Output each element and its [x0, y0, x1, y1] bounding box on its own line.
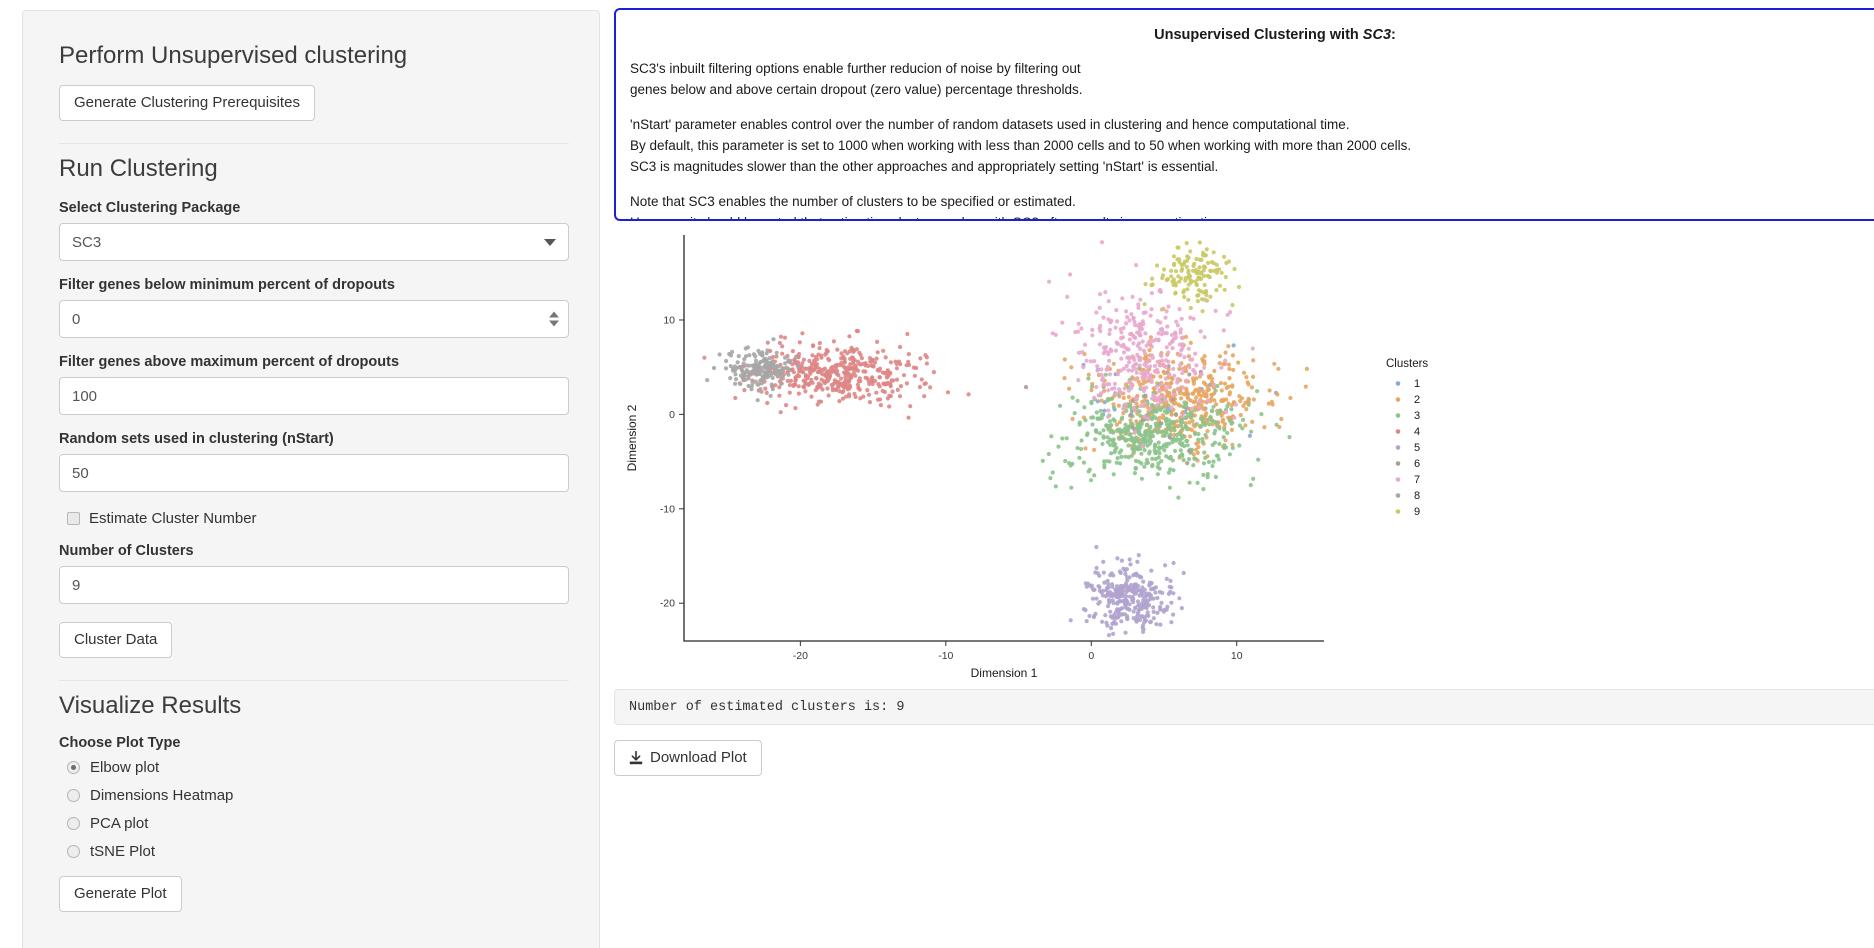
select-package-label: Select Clustering Package: [59, 200, 241, 216]
svg-text:Dimension 1: Dimension 1: [971, 666, 1038, 680]
svg-text:10: 10: [663, 314, 675, 326]
plot-type-option-elbow[interactable]: Elbow plot: [67, 759, 569, 776]
info-panel-title: Unsupervised Clustering with SC3:: [630, 27, 1874, 43]
radio-dimensions-heatmap[interactable]: [67, 789, 80, 802]
info-panel: Unsupervised Clustering with SC3: SC3's …: [614, 8, 1874, 221]
estimate-cluster-number-checkbox[interactable]: [67, 512, 80, 525]
download-plot-label: Download Plot: [650, 749, 747, 766]
svg-text:0: 0: [669, 409, 675, 421]
plot-type-option-pca-plot[interactable]: PCA plot: [67, 815, 569, 832]
svg-text:-10: -10: [660, 503, 675, 515]
nstart-label: Random sets used in clustering (nStart): [59, 431, 334, 447]
stepper-up-icon[interactable]: [549, 311, 559, 318]
download-icon: [629, 750, 643, 766]
visualize-results-title: Visualize Results: [59, 692, 242, 719]
svg-text:7: 7: [1414, 474, 1420, 486]
svg-text:-10: -10: [938, 650, 953, 662]
radio-label-elbow-plot: Elbow plot: [90, 759, 160, 776]
run-clustering-title: Run Clustering: [59, 155, 218, 182]
radio-tsne-plot[interactable]: [67, 845, 80, 858]
svg-text:-20: -20: [793, 650, 808, 662]
svg-text:Clusters: Clusters: [1386, 358, 1428, 370]
choose-plot-type-label: Choose Plot Type: [59, 735, 181, 751]
radio-label-dimensions-heatmap: Dimensions Heatmap: [90, 787, 234, 804]
radio-label-pca-plot: PCA plot: [90, 815, 149, 832]
generate-clustering-prerequisites-button[interactable]: Generate Clustering Prerequisites: [59, 85, 315, 121]
chevron-down-icon: [544, 238, 556, 246]
sidebar-panel: Perform Unsupervised clustering Generate…: [22, 10, 600, 948]
svg-text:0: 0: [1088, 650, 1094, 662]
main-panel: Unsupervised Clustering with SC3: SC3's …: [600, 0, 1874, 948]
radio-pca-plot[interactable]: [67, 817, 80, 830]
plot-type-option-tsne-plot[interactable]: tSNE Plot: [67, 843, 569, 860]
svg-text:8: 8: [1414, 490, 1420, 502]
download-plot-button[interactable]: Download Plot: [614, 740, 762, 776]
svg-text:1: 1: [1414, 378, 1420, 390]
cluster-data-button[interactable]: Cluster Data: [59, 622, 173, 658]
svg-text:5: 5: [1414, 442, 1420, 454]
stepper-down-icon[interactable]: [549, 320, 559, 327]
info-title-suffix: :: [1391, 27, 1396, 43]
info-paragraph-2: 'nStart' parameter enables control over …: [630, 116, 1412, 174]
filter-min-dropouts-label: Filter genes below minimum percent of dr…: [59, 277, 395, 293]
number-of-clusters-label: Number of Clusters: [59, 543, 194, 559]
nstart-input[interactable]: 50: [59, 454, 569, 492]
download-row: Download Plot: [614, 740, 1874, 776]
svg-text:-20: -20: [660, 598, 675, 610]
svg-text:6: 6: [1414, 458, 1420, 470]
perform-clustering-title: Perform Unsupervised clustering: [59, 42, 408, 69]
svg-text:3: 3: [1414, 410, 1420, 422]
clustering-package-select[interactable]: SC3: [59, 223, 569, 261]
filter-min-dropouts-wrap: 0: [59, 300, 569, 338]
clustering-package-value: SC3: [72, 233, 102, 251]
number-stepper-icon[interactable]: [549, 311, 559, 327]
filter-min-dropouts-input[interactable]: 0: [59, 300, 569, 338]
info-title-prefix: Unsupervised Clustering with: [1154, 27, 1363, 43]
plot-type-option-dimensions-heatmap[interactable]: Dimensions Heatmap: [67, 787, 569, 804]
filter-max-dropouts-label: Filter genes above maximum percent of dr…: [59, 354, 400, 370]
status-message-text: Number of estimated clusters is: 9: [629, 699, 905, 715]
status-message-box: Number of estimated clusters is: 9: [614, 689, 1874, 725]
generate-plot-button[interactable]: Generate Plot: [59, 876, 182, 912]
info-paragraph-1: SC3's inbuilt filtering options enable f…: [630, 61, 1083, 97]
filter-max-dropouts-input[interactable]: 100: [59, 377, 569, 415]
radio-label-tsne-plot: tSNE Plot: [90, 843, 156, 860]
divider-1: [59, 143, 569, 144]
svg-text:10: 10: [1231, 650, 1243, 662]
svg-text:4: 4: [1414, 426, 1420, 438]
estimate-cluster-number-row[interactable]: Estimate Cluster Number: [67, 510, 569, 527]
info-title-emphasis: SC3: [1362, 27, 1392, 43]
app-root: Perform Unsupervised clustering Generate…: [0, 0, 1874, 948]
svg-text:Dimension 2: Dimension 2: [625, 404, 639, 471]
radio-elbow-plot[interactable]: [67, 761, 80, 774]
plot-type-radio-group: Elbow plot Dimensions Heatmap PCA plot t…: [67, 759, 569, 860]
number-of-clusters-input[interactable]: 9: [59, 566, 569, 604]
scatter-plot-svg: -20 -10 0 10 10 0 -10 -20 Dimension 1 Dimension 2…: [625, 235, 1428, 680]
divider-2: [59, 680, 569, 681]
svg-text:2: 2: [1414, 394, 1420, 406]
svg-text:9: 9: [1414, 506, 1420, 518]
estimate-cluster-number-label: Estimate Cluster Number: [89, 510, 257, 527]
tsne-scatter-plot: -20 -10 0 10 10 0 -10 -20 Dimension 1 Dimension 2…: [614, 229, 1634, 681]
info-paragraph-3: Note that SC3 enables the number of clus…: [630, 193, 1233, 219]
